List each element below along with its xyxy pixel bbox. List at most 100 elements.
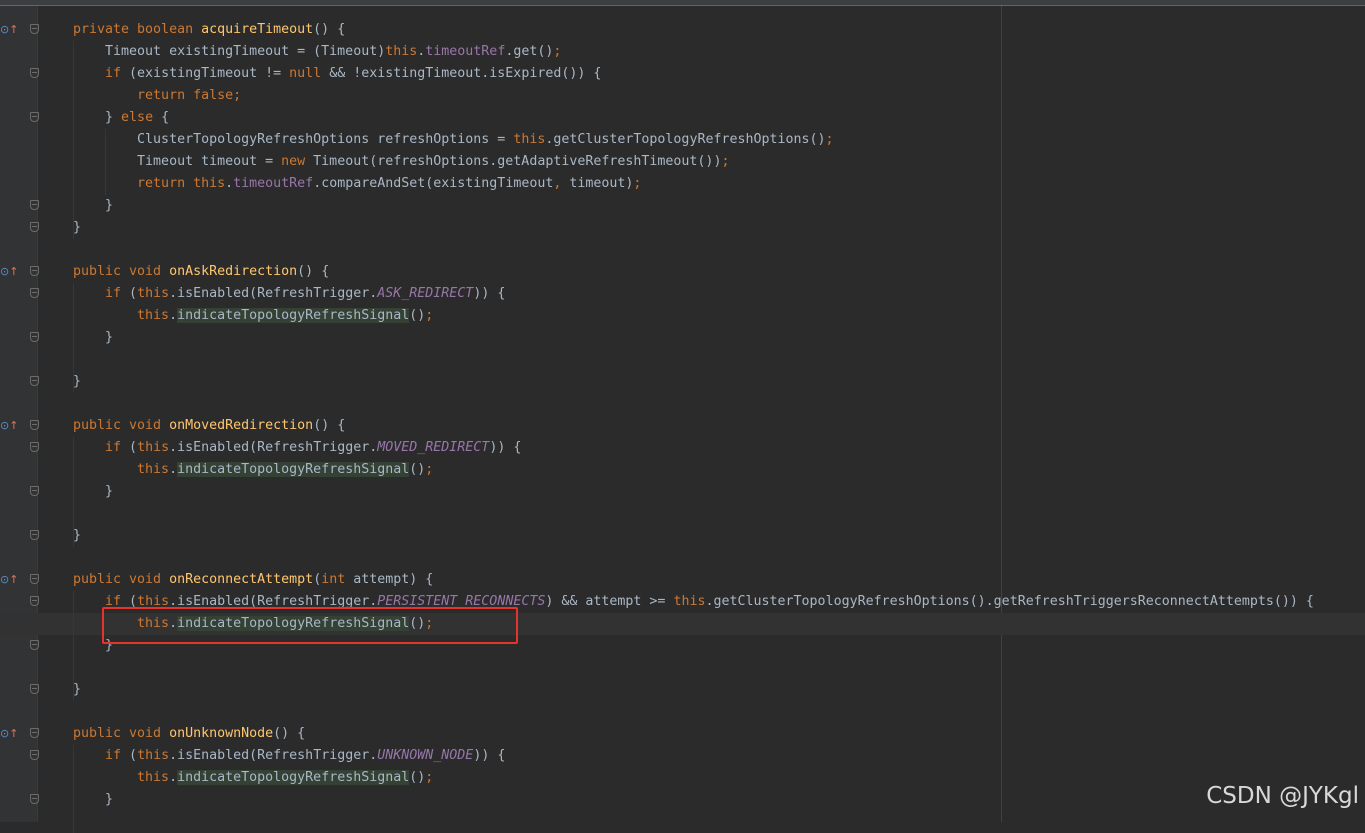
code-token: onUnknownNode <box>169 726 274 741</box>
code-line[interactable]: Timeout timeout = new Timeout(refreshOpt… <box>0 151 1365 173</box>
code-line[interactable]: } <box>0 371 1365 393</box>
code-line[interactable]: this.indicateTopologyRefreshSignal(); <box>0 767 1365 789</box>
override-method-icon[interactable]: ⊙↑ <box>0 419 18 433</box>
code-line[interactable] <box>0 503 1365 525</box>
fold-toggle-icon[interactable] <box>30 684 39 694</box>
code-line[interactable]: if (this.isEnabled(RefreshTrigger.UNKNOW… <box>0 745 1365 767</box>
fold-toggle-icon[interactable] <box>30 288 39 298</box>
code-line[interactable]: if (this.isEnabled(RefreshTrigger.MOVED_… <box>0 437 1365 459</box>
go-to-super-arrow-icon[interactable]: ↑ <box>9 23 18 36</box>
fold-toggle-icon[interactable] <box>30 794 39 804</box>
code-line[interactable]: ClusterTopologyRefreshOptions refreshOpt… <box>0 129 1365 151</box>
code-line[interactable]: Timeout existingTimeout = (Timeout)this.… <box>0 41 1365 63</box>
code-token: () { <box>273 726 306 741</box>
go-to-super-arrow-icon[interactable]: ↑ <box>9 265 18 278</box>
code-token: } <box>73 220 82 235</box>
code-text: if (existingTimeout != null && !existing… <box>73 63 601 85</box>
code-line[interactable]: } <box>0 679 1365 701</box>
code-token: } <box>73 484 114 499</box>
code-text: if (this.isEnabled(RefreshTrigger.MOVED_… <box>73 437 521 459</box>
code-token: this <box>137 286 170 301</box>
code-line[interactable]: } else { <box>0 107 1365 129</box>
fold-toggle-icon[interactable] <box>30 112 39 122</box>
code-text: public void onMovedRedirection() { <box>73 415 345 437</box>
code-line[interactable]: ⊙↑ public void onReconnectAttempt(int att… <box>0 569 1365 591</box>
go-to-super-arrow-icon[interactable]: ↑ <box>9 727 18 740</box>
code-line[interactable]: ⊙↑ public void onAskRedirection() { <box>0 261 1365 283</box>
code-line[interactable]: } <box>0 195 1365 217</box>
code-token: acquireTimeout <box>201 22 314 37</box>
code-line[interactable] <box>0 239 1365 261</box>
code-token: timeoutRef <box>425 44 506 59</box>
code-token: } <box>73 682 82 697</box>
code-line[interactable]: } <box>0 327 1365 349</box>
code-token: UNKNOWN_NODE <box>377 748 474 763</box>
override-method-icon[interactable]: ⊙↑ <box>0 727 18 741</box>
code-line[interactable] <box>0 393 1365 415</box>
fold-toggle-icon[interactable] <box>30 332 39 342</box>
code-token: } <box>73 198 114 213</box>
fold-toggle-icon[interactable] <box>30 420 39 430</box>
code-text: } <box>73 371 81 393</box>
fold-toggle-icon[interactable] <box>30 574 39 584</box>
indent-guide <box>73 283 74 393</box>
go-to-super-arrow-icon[interactable]: ↑ <box>9 573 18 586</box>
code-line[interactable]: return false; <box>0 85 1365 107</box>
code-line[interactable]: } <box>0 481 1365 503</box>
go-to-super-arrow-icon[interactable]: ↑ <box>9 419 18 432</box>
code-token: ; <box>553 44 562 59</box>
code-line[interactable]: } <box>0 525 1365 547</box>
fold-toggle-icon[interactable] <box>30 266 39 276</box>
fold-toggle-icon[interactable] <box>30 24 39 34</box>
code-line[interactable] <box>0 547 1365 569</box>
code-line[interactable]: } <box>0 217 1365 239</box>
fold-toggle-icon[interactable] <box>30 442 39 452</box>
fold-toggle-icon[interactable] <box>30 200 39 210</box>
code-token: else <box>121 110 162 125</box>
code-token: MOVED_REDIRECT <box>377 440 490 455</box>
indent-guide <box>105 129 106 195</box>
code-text: if (this.isEnabled(RefreshTrigger.UNKNOW… <box>73 745 505 767</box>
code-token: this <box>513 132 546 147</box>
code-line[interactable]: if (this.isEnabled(RefreshTrigger.ASK_RE… <box>0 283 1365 305</box>
code-token: return this <box>73 176 226 191</box>
code-line[interactable] <box>0 349 1365 371</box>
code-token: (existingTimeout != <box>129 66 290 81</box>
fold-toggle-icon[interactable] <box>30 486 39 496</box>
code-line[interactable] <box>0 657 1365 679</box>
code-token: )) <box>473 286 490 301</box>
override-method-icon[interactable]: ⊙↑ <box>0 573 18 587</box>
fold-toggle-icon[interactable] <box>30 68 39 78</box>
code-text: } else { <box>73 107 169 129</box>
fold-toggle-icon[interactable] <box>30 530 39 540</box>
code-line[interactable]: ⊙↑ public void onMovedRedirection() { <box>0 415 1365 437</box>
code-editor[interactable]: ⊙↑ private boolean acquireTimeout() { Tim… <box>0 0 1365 833</box>
code-text: if (this.isEnabled(RefreshTrigger.ASK_RE… <box>73 283 505 305</box>
code-token: } <box>73 528 82 543</box>
fold-toggle-icon[interactable] <box>30 376 39 386</box>
code-text: public void onReconnectAttempt(int attem… <box>73 569 433 591</box>
method-usage-highlight: indicateTopologyRefreshSignal <box>177 462 410 477</box>
fold-toggle-icon[interactable] <box>30 596 39 606</box>
code-token: . <box>225 176 234 191</box>
fold-toggle-icon[interactable] <box>30 640 39 650</box>
code-token: this <box>673 594 706 609</box>
fold-toggle-icon[interactable] <box>30 222 39 232</box>
code-text: ClusterTopologyRefreshOptions refreshOpt… <box>73 129 834 151</box>
code-line[interactable]: if (existingTimeout != null && !existing… <box>0 63 1365 85</box>
override-method-icon[interactable]: ⊙↑ <box>0 23 18 37</box>
code-token: ( <box>129 286 138 301</box>
code-line[interactable]: this.indicateTopologyRefreshSignal(); <box>0 459 1365 481</box>
fold-toggle-icon[interactable] <box>30 728 39 738</box>
fold-toggle-icon[interactable] <box>30 750 39 760</box>
override-method-icon[interactable]: ⊙↑ <box>0 265 18 279</box>
code-token: this <box>137 440 170 455</box>
code-line[interactable] <box>0 701 1365 723</box>
code-line[interactable]: return this.timeoutRef.compareAndSet(exi… <box>0 173 1365 195</box>
code-token: () { <box>313 418 346 433</box>
code-line[interactable]: this.indicateTopologyRefreshSignal(); <box>0 305 1365 327</box>
indent-guide <box>73 591 74 701</box>
code-line[interactable]: ⊙↑ private boolean acquireTimeout() { <box>0 19 1365 41</box>
code-line[interactable]: } <box>0 789 1365 811</box>
code-line[interactable]: ⊙↑ public void onUnknownNode() { <box>0 723 1365 745</box>
